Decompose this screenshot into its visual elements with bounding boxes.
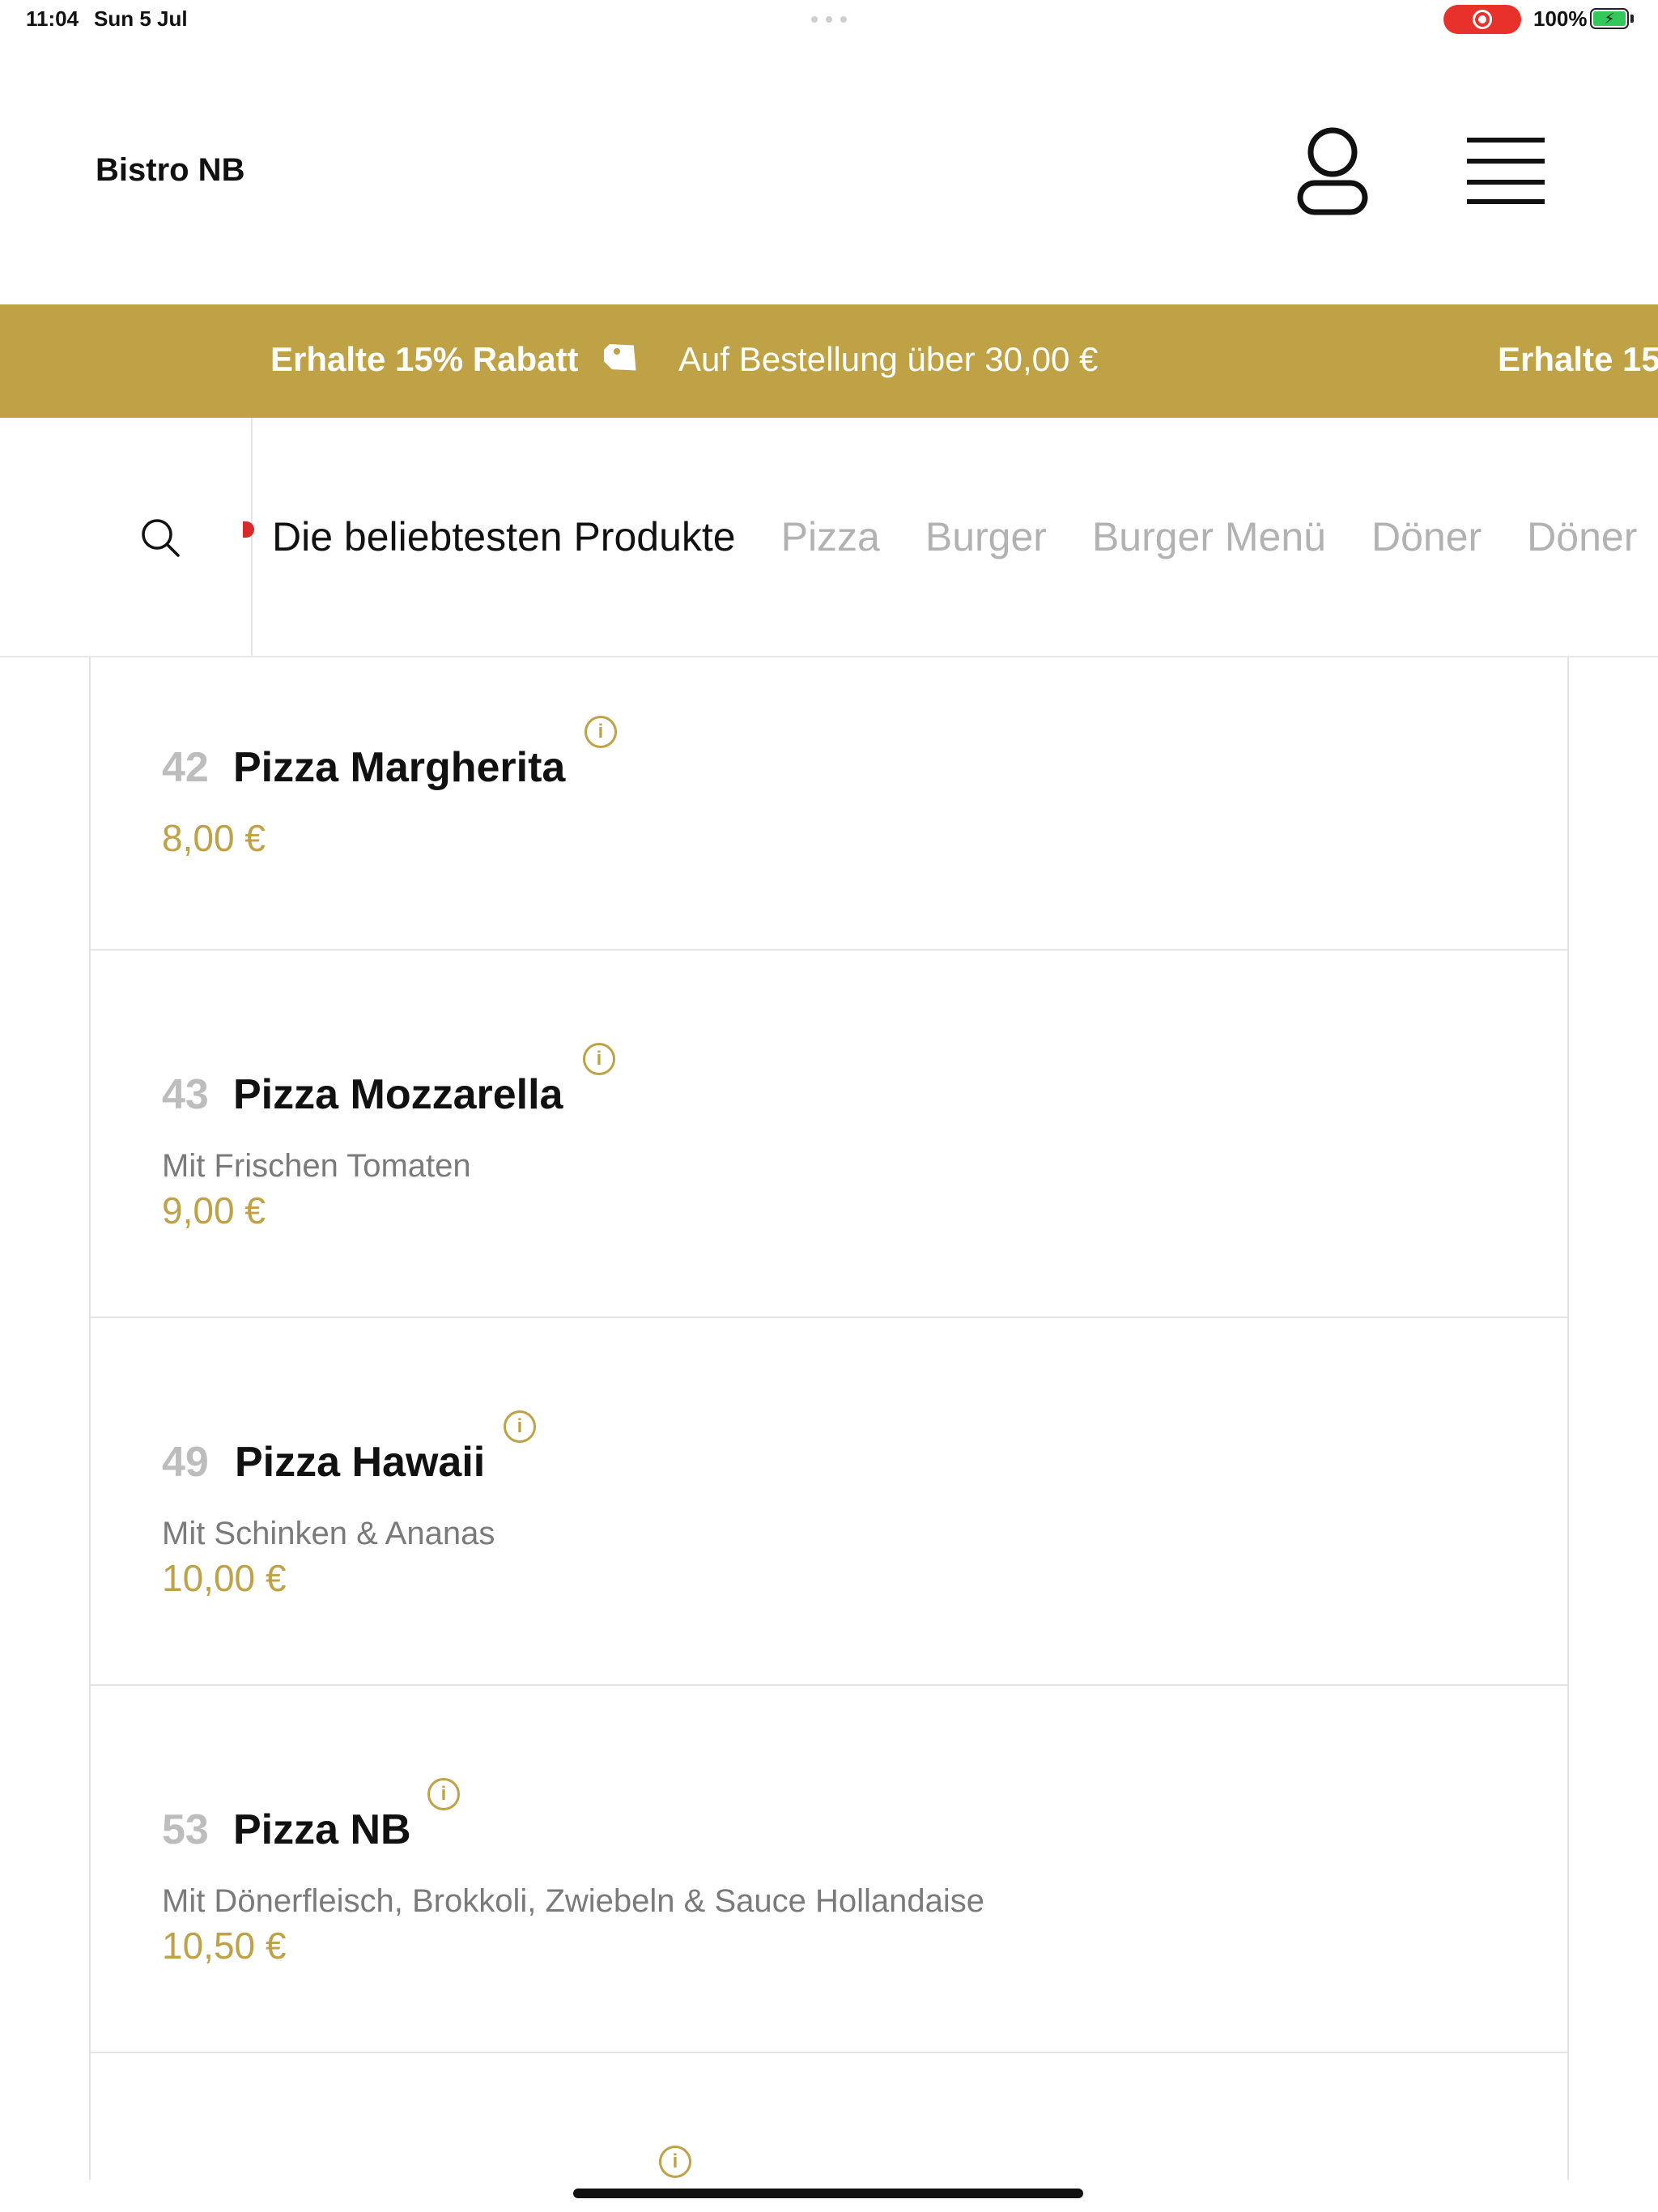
product-description: Mit Dönerfleisch, Brokkoli, Zwiebeln & S… xyxy=(162,1883,985,1919)
tab-doner-2[interactable]: Döner xyxy=(1527,513,1637,560)
product-description: Mit Schinken & Ananas xyxy=(162,1516,495,1551)
product-name: Pizza Margherita xyxy=(233,744,566,791)
product-name: Pizza Hawaii xyxy=(235,1439,486,1486)
tag-icon xyxy=(597,334,643,382)
info-icon[interactable]: i xyxy=(585,716,617,748)
multitasking-dots-icon[interactable] xyxy=(811,16,847,23)
discount-banner: Erhalte 15% Rabatt Auf Bestellung über 3… xyxy=(0,304,1658,418)
info-icon[interactable]: i xyxy=(427,1778,460,1810)
search-icon[interactable] xyxy=(139,517,183,560)
user-icon[interactable] xyxy=(1290,125,1375,222)
app-header: Bistro NB xyxy=(0,39,1658,304)
product-list: 42 Pizza Margherita i 8,00 € 43 Pizza Mo… xyxy=(89,657,1569,2180)
product-card[interactable]: 53 Pizza NB i Mit Dönerfleisch, Brokkoli… xyxy=(91,1686,1567,2053)
battery-percentage: 100% xyxy=(1533,6,1588,31)
info-icon[interactable]: i xyxy=(583,1043,615,1075)
tab-burger-menu[interactable]: Burger Menü xyxy=(1092,513,1326,560)
product-price: 9,00 € xyxy=(162,1189,266,1231)
status-time: 11:04 xyxy=(26,6,79,31)
category-bar: Die beliebtesten Produkte Pizza Burger B… xyxy=(0,418,1658,657)
product-name: Pizza NB xyxy=(233,1806,411,1853)
product-number: 42 xyxy=(162,744,209,791)
status-date: Sun 5 Jul xyxy=(94,6,188,31)
product-name: Pizza Mozzarella xyxy=(233,1071,563,1118)
product-card-partial[interactable]: i xyxy=(91,2053,1567,2180)
promo-text: Auf Bestellung über 30,00 € xyxy=(678,340,1099,378)
category-divider xyxy=(251,418,253,656)
product-price: 10,50 € xyxy=(162,1925,287,1967)
product-card[interactable]: 42 Pizza Margherita i 8,00 € xyxy=(91,657,1567,951)
product-price: 8,00 € xyxy=(162,817,266,859)
tab-popular-products[interactable]: Die beliebtesten Produkte xyxy=(272,513,736,560)
tab-doner[interactable]: Döner xyxy=(1371,513,1482,560)
tab-pizza[interactable]: Pizza xyxy=(781,513,880,560)
category-tabs: Die beliebtesten Produkte Pizza Burger B… xyxy=(272,513,1637,560)
info-icon[interactable]: i xyxy=(504,1410,536,1443)
battery-cap xyxy=(1630,15,1634,23)
product-card[interactable]: 43 Pizza Mozzarella i Mit Frischen Tomat… xyxy=(91,951,1567,1318)
screen-recording-icon[interactable] xyxy=(1443,5,1521,34)
product-number: 43 xyxy=(162,1071,209,1118)
product-price: 10,00 € xyxy=(162,1557,287,1599)
promo-headline: Erhalte 15% Rabatt xyxy=(270,340,579,378)
info-icon[interactable]: i xyxy=(659,2146,691,2178)
product-number: 53 xyxy=(162,1806,209,1853)
product-number: 49 xyxy=(162,1439,209,1486)
battery-charging-icon: ⚡ xyxy=(1590,8,1629,29)
product-description: Mit Frischen Tomaten xyxy=(162,1148,471,1184)
home-indicator[interactable] xyxy=(573,2189,1083,2198)
status-bar: 11:04 Sun 5 Jul 100% ⚡ xyxy=(0,0,1658,39)
restaurant-name[interactable]: Bistro NB xyxy=(96,152,244,189)
tab-burger[interactable]: Burger xyxy=(925,513,1047,560)
product-card[interactable]: 49 Pizza Hawaii i Mit Schinken & Ananas … xyxy=(91,1318,1567,1686)
promo-headline-repeat: Erhalte 15% xyxy=(1498,340,1658,378)
hamburger-menu-icon[interactable] xyxy=(1464,134,1548,207)
